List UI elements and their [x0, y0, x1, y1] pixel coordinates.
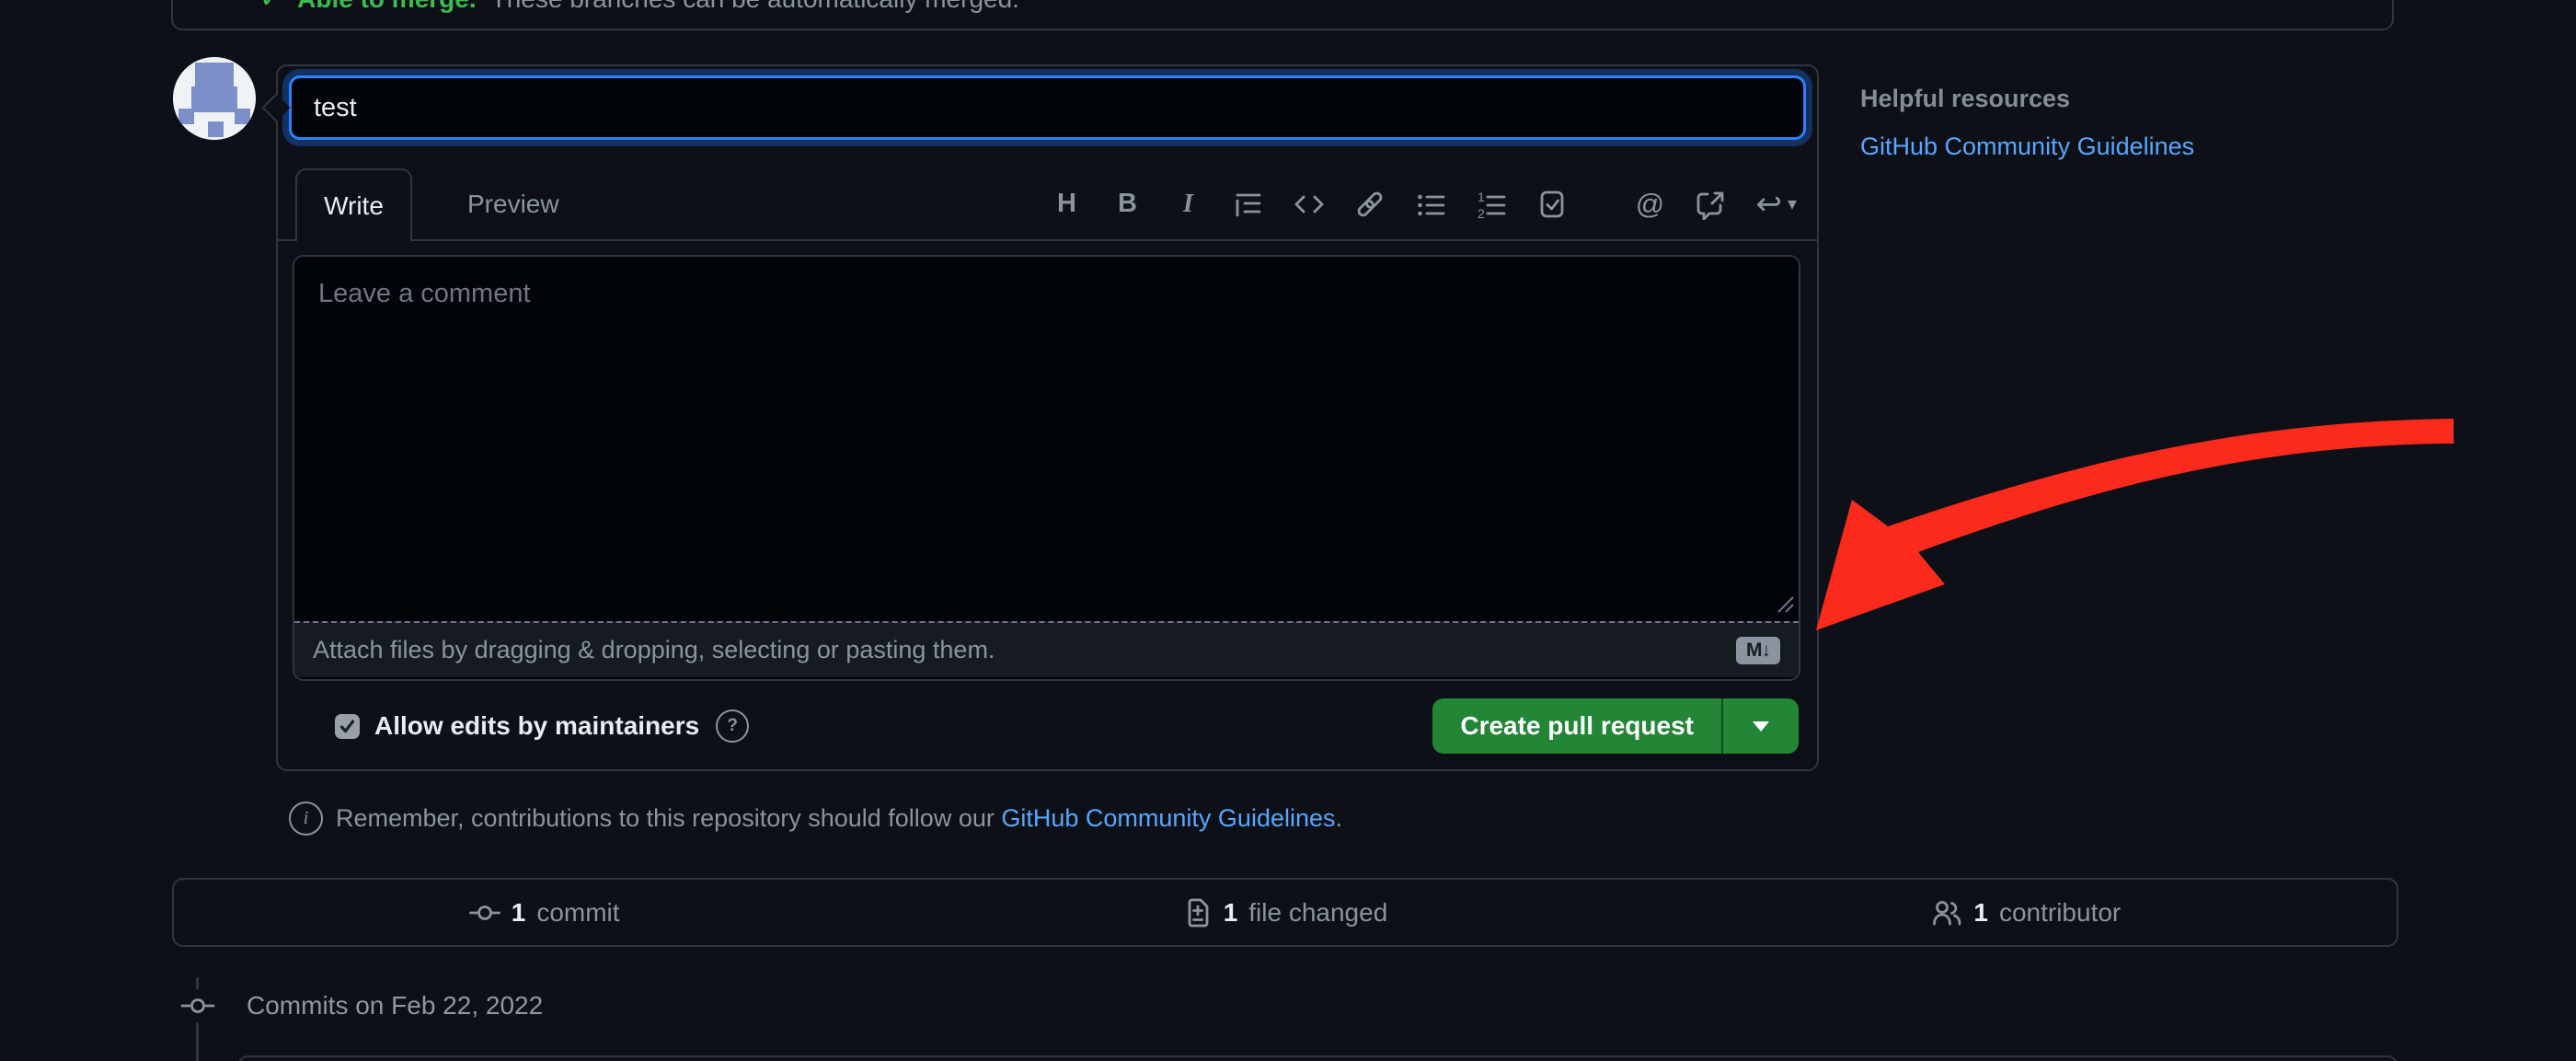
reply-arrow-glyph: ↩ [1755, 189, 1782, 220]
code-icon[interactable] [1294, 186, 1325, 223]
comment-editor: Attach files by dragging & dropping, sel… [293, 255, 1800, 681]
unordered-list-icon[interactable] [1415, 186, 1446, 223]
ordered-list-icon[interactable]: 12 [1476, 186, 1507, 223]
create-pull-request-button[interactable]: Create pull request [1432, 698, 1721, 754]
form-action-row: Allow edits by maintainers ? Create pull… [294, 698, 1799, 754]
resize-grip-icon[interactable] [1771, 590, 1795, 614]
markdown-icon[interactable]: M↓ [1736, 637, 1780, 664]
merge-message-text: These branches can be automatically merg… [491, 0, 1019, 14]
svg-text:2: 2 [1478, 206, 1485, 219]
stat-commits[interactable]: 1 commit [174, 898, 914, 928]
pr-stats-bar: 1 commit 1 file changed 1 contributor [172, 878, 2398, 947]
chevron-down-icon: ▾ [1788, 192, 1797, 215]
bold-icon[interactable]: B [1111, 186, 1143, 223]
timeline-line [196, 1022, 199, 1061]
pr-form-container: Write Preview H B I 12 @ [276, 64, 1819, 771]
git-commit-icon [469, 898, 500, 928]
help-icon[interactable]: ? [716, 709, 749, 743]
merge-status-banner: ✓ Able to merge. These branches can be a… [171, 0, 2394, 30]
note-suffix: . [1336, 804, 1343, 832]
commits-date-heading: Commits on Feb 22, 2022 [247, 991, 543, 1021]
tab-divider [278, 239, 1817, 241]
guidelines-note: i Remember, contributions to this reposi… [289, 798, 1342, 838]
avatar [173, 57, 256, 140]
markdown-toolbar: H B I 12 @ [1051, 168, 1797, 239]
stat-files-changed[interactable]: 1 file changed [914, 897, 1655, 928]
note-text: Remember, contributions to this reposito… [336, 804, 1342, 833]
pull-request-page: ✓ Able to merge. These branches can be a… [0, 0, 2576, 1061]
commit-list-box [237, 1055, 2398, 1061]
sidebar-guidelines-link-wrap: GitHub Community Guidelines [1860, 133, 2194, 161]
tab-preview[interactable]: Preview [434, 168, 592, 239]
merge-status-text: Able to merge. [297, 0, 476, 14]
pr-title-input[interactable] [289, 75, 1806, 140]
svg-text:1: 1 [1478, 190, 1485, 204]
allow-edits-label: Allow edits by maintainers [374, 711, 699, 741]
files-count: 1 [1224, 898, 1238, 928]
cross-reference-icon[interactable] [1695, 186, 1726, 223]
attach-files-zone[interactable]: Attach files by dragging & dropping, sel… [294, 621, 1799, 677]
file-diff-icon [1183, 897, 1213, 928]
allow-edits-checkbox[interactable] [335, 714, 360, 739]
helpful-resources-title: Helpful resources [1860, 85, 2070, 113]
stat-contributors[interactable]: 1 contributor [1656, 898, 2397, 928]
create-pull-request-button-group: Create pull request [1432, 698, 1799, 754]
quote-icon[interactable] [1233, 186, 1264, 223]
mention-icon[interactable]: @ [1634, 186, 1665, 223]
commit-label: commit [536, 898, 619, 928]
tab-write[interactable]: Write [295, 168, 412, 241]
sidebar-guidelines-link[interactable]: GitHub Community Guidelines [1860, 133, 2194, 160]
task-list-icon[interactable] [1536, 186, 1568, 223]
check-icon: ✓ [259, 0, 282, 15]
files-label: file changed [1248, 898, 1387, 928]
comment-textarea[interactable] [294, 257, 1799, 621]
note-prefix: Remember, contributions to this reposito… [336, 804, 1001, 832]
triangle-down-icon [1753, 721, 1769, 732]
contributors-label: contributor [1999, 898, 2121, 928]
link-icon[interactable] [1354, 186, 1386, 223]
contributors-count: 1 [1973, 898, 1988, 928]
saved-replies-icon[interactable]: ↩ ▾ [1755, 186, 1797, 223]
italic-icon[interactable]: I [1172, 186, 1203, 223]
attach-hint-text: Attach files by dragging & dropping, sel… [313, 636, 995, 664]
heading-icon[interactable]: H [1051, 186, 1082, 223]
create-pr-dropdown-button[interactable] [1721, 698, 1799, 754]
commit-count: 1 [512, 898, 526, 928]
info-icon: i [289, 802, 323, 836]
people-icon [1931, 898, 1962, 928]
git-commit-timeline-icon [180, 988, 215, 1023]
red-annotation-arrow [1794, 396, 2466, 644]
guidelines-link[interactable]: GitHub Community Guidelines [1001, 804, 1335, 832]
